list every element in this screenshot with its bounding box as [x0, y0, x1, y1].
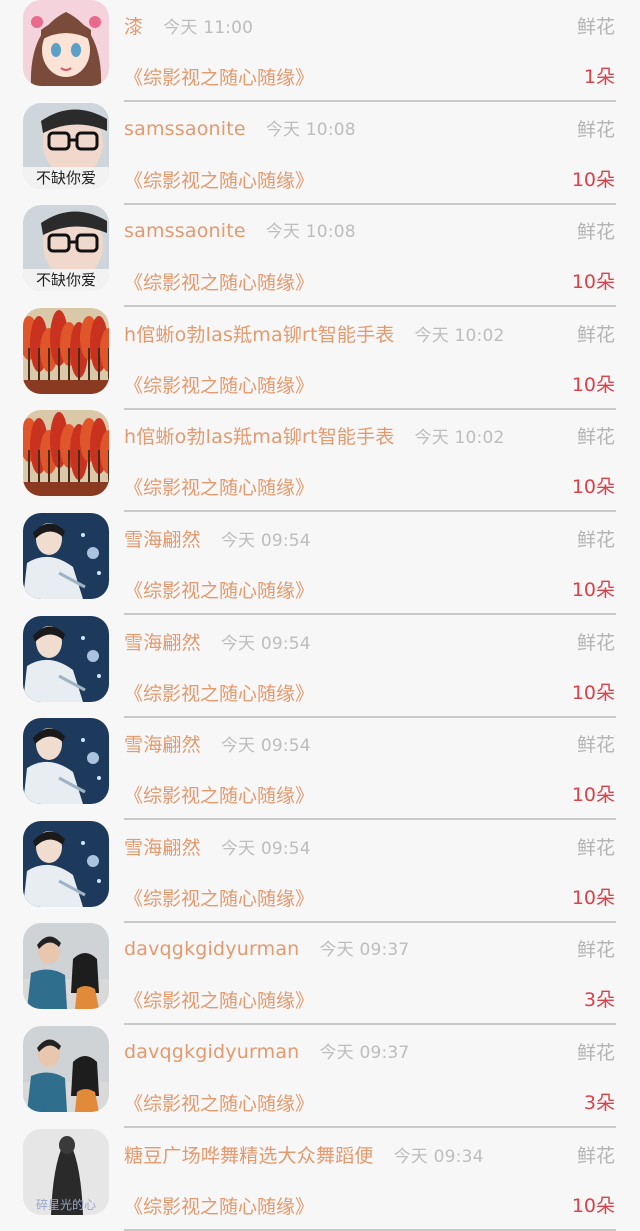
gift-record-row[interactable]: 雪海翩然 今天 09:54 鲜花 《综影视之随心随缘》 10朵	[0, 690, 640, 821]
user-avatar[interactable]	[23, 1025, 109, 1112]
username-text[interactable]: davqgkgidyurman	[124, 1041, 299, 1063]
timestamp: 今天 10:02	[414, 325, 505, 346]
username[interactable]: samssaonite 今天 10:08	[124, 115, 356, 140]
row-divider	[124, 1228, 616, 1231]
username-text[interactable]: 雪海翩然	[124, 529, 201, 551]
gift-type-label: 鲜花	[576, 118, 615, 141]
gift-type-label: 鲜花	[576, 836, 615, 859]
gift-record-row[interactable]: davqgkgidyurman 今天 09:37 鲜花 《综影视之随心随缘》 3朵	[0, 895, 640, 1026]
username-text[interactable]: h倌蜥o勃las羝ma铆rt智能手表	[124, 324, 395, 346]
gift-record-row[interactable]: 雪海翩然 今天 09:54 鲜花 《综影视之随心随缘》 10朵	[0, 793, 640, 923]
username-text[interactable]: 糖豆广场哗舞精选大众舞蹈便	[124, 1145, 374, 1167]
user-avatar[interactable]	[23, 923, 109, 1010]
user-avatar[interactable]	[23, 820, 109, 907]
timestamp: 今天 09:54	[220, 530, 311, 551]
gift-record-row[interactable]: 雪海翩然 今天 09:54 鲜花 《综影视之随心随缘》 10朵	[0, 485, 640, 615]
username[interactable]: davqgkgidyurman 今天 09:37	[124, 935, 409, 960]
username-text[interactable]: 漆	[124, 16, 143, 38]
username-text[interactable]: 雪海翩然	[124, 734, 201, 756]
username[interactable]: 糖豆广场哗舞精选大众舞蹈便 今天 09:34	[124, 1141, 484, 1168]
user-avatar[interactable]	[23, 410, 109, 497]
username[interactable]: davqgkgidyurman 今天 09:37	[124, 1038, 409, 1063]
timestamp: 今天 09:54	[220, 736, 311, 757]
user-avatar[interactable]	[23, 512, 109, 599]
user-avatar[interactable]: 不缺你爱	[23, 102, 109, 189]
gift-type-label: 鲜花	[576, 528, 615, 551]
gift-record-row[interactable]: 碎星光的心 糖豆广场哗舞精选大众舞蹈便 今天 09:34 鲜花 《综影视之随心随缘》 10…	[0, 1101, 640, 1231]
user-avatar[interactable]	[23, 307, 109, 394]
user-avatar[interactable]: 碎星光的心	[23, 1128, 109, 1215]
username[interactable]: 雪海翩然 今天 09:54	[124, 525, 311, 552]
username-text[interactable]: 雪海翩然	[124, 632, 201, 654]
user-avatar[interactable]	[23, 718, 109, 805]
username-text[interactable]: davqgkgidyurman	[124, 938, 299, 960]
username-text[interactable]: samssaonite	[124, 118, 246, 140]
gift-record-row[interactable]: 漆今天 11:00 鲜花 《综影视之随心随缘》 1朵	[0, 0, 640, 102]
gift-type-label: 鲜花	[576, 221, 615, 244]
gift-record-row[interactable]: 不缺你爱 samssaonite 今天 10:08 鲜花 《综影视之随心随缘》 10朵	[0, 177, 640, 308]
gift-type-label: 鲜花	[576, 1144, 615, 1167]
gift-record-row[interactable]: h倌蜥o勃las羝ma铆rt智能手表 今天 10:02 鲜花 《综影视之随心随缘》 10…	[0, 280, 640, 410]
username[interactable]: samssaonite 今天 10:08	[124, 217, 356, 242]
username-text[interactable]: samssaonite	[124, 220, 246, 242]
gift-record-row[interactable]: h倌蜥o勃las羝ma铆rt智能手表 今天 10:02 鲜花 《综影视之随心随缘》 10…	[0, 382, 640, 513]
username-text[interactable]: h倌蜥o勃las羝ma铆rt智能手表	[124, 426, 395, 448]
gift-type-label: 鲜花	[576, 426, 615, 449]
timestamp: 今天 09:37	[319, 940, 410, 961]
username[interactable]: 雪海翩然 今天 09:54	[124, 833, 311, 860]
gift-type-label: 鲜花	[576, 631, 615, 654]
username[interactable]: 漆今天 11:00	[124, 12, 253, 39]
user-avatar[interactable]	[23, 0, 109, 86]
gift-record-row[interactable]: 雪海翩然 今天 09:54 鲜花 《综影视之随心随缘》 10朵	[0, 588, 640, 718]
timestamp: 今天 10:08	[265, 222, 356, 243]
timestamp: 今天 10:08	[265, 119, 356, 140]
gift-type-label: 鲜花	[576, 1041, 615, 1064]
timestamp: 今天 09:54	[220, 633, 311, 654]
user-avatar[interactable]: 不缺你爱	[23, 205, 109, 292]
timestamp: 今天 09:37	[319, 1042, 410, 1063]
gift-record-row[interactable]: davqgkgidyurman 今天 09:37 鲜花 《综影视之随心随缘》 3朵	[0, 998, 640, 1128]
username[interactable]: 雪海翩然 今天 09:54	[124, 628, 311, 655]
avatar-caption: 碎星光的心	[36, 1197, 96, 1212]
gift-type-label: 鲜花	[576, 16, 615, 38]
gift-record-row[interactable]: 不缺你爱 samssaonite 今天 10:08 鲜花 《综影视之随心随缘》 10朵	[0, 75, 640, 205]
username[interactable]: 雪海翩然 今天 09:54	[124, 730, 311, 757]
gift-count: 10朵	[571, 1194, 615, 1217]
timestamp: 今天 11:00	[163, 18, 254, 38]
gift-type-label: 鲜花	[576, 734, 615, 757]
gift-type-label: 鲜花	[576, 323, 615, 346]
username-text[interactable]: 雪海翩然	[124, 837, 201, 859]
timestamp: 今天 10:02	[414, 428, 505, 449]
user-avatar[interactable]	[23, 615, 109, 702]
gift-type-label: 鲜花	[576, 939, 615, 962]
timestamp: 今天 09:34	[393, 1146, 484, 1167]
username[interactable]: h倌蜥o勃las羝ma铆rt智能手表 今天 10:02	[124, 320, 505, 347]
timestamp: 今天 09:54	[220, 838, 311, 859]
gift-record-list: 漆今天 11:00 鲜花 《综影视之随心随缘》 1朵 不缺你爱 samssaonite 今天…	[0, 0, 640, 1231]
username[interactable]: h倌蜥o勃las羝ma铆rt智能手表 今天 10:02	[124, 422, 505, 449]
